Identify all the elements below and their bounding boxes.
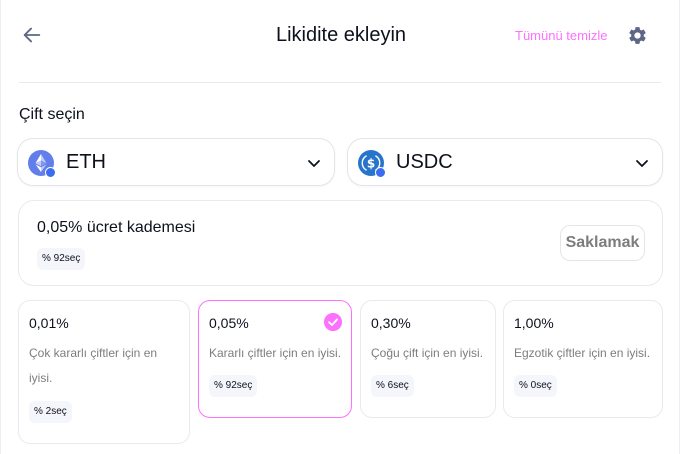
tier-selection-badge: % 6seç: [371, 375, 414, 397]
fee-tier-option-0-05[interactable]: 0,05% Kararlı çiftler için en iyisi. % 9…: [198, 300, 352, 418]
network-badge-icon: [45, 167, 56, 178]
token-a-selector[interactable]: ETH: [17, 138, 335, 186]
tier-description: Egzotik çiftler için en iyisi.: [514, 346, 651, 360]
token-a-symbol: ETH: [66, 151, 106, 173]
fee-tier-option-0-30[interactable]: 0,30% Çoğu çift için en iyisi. % 6seç: [360, 300, 496, 418]
network-badge-icon: [375, 167, 386, 178]
pair-section-label: Çift seçin: [19, 106, 85, 123]
token-b-selector[interactable]: $ USDC: [347, 138, 663, 186]
tier-selection-badge: % 0seç: [514, 375, 557, 397]
tier-percent: 0,01%: [29, 315, 69, 331]
tier-description: Kararlı çiftler için en iyisi.: [209, 346, 342, 360]
clear-all-button[interactable]: Tümünü temizle: [515, 28, 607, 43]
tier-percent: 0,05%: [209, 315, 249, 331]
token-b-symbol: USDC: [396, 151, 453, 173]
chevron-down-icon: [308, 160, 320, 167]
hide-tiers-button[interactable]: Saklamak: [560, 225, 645, 261]
tier-description: Çok kararlı çiftler için en iyisi.: [29, 346, 158, 385]
selection-percent-badge: % 92seç: [37, 248, 86, 270]
fee-tier-card: 0,05% ücret kademesi % 92seç Saklamak: [18, 200, 663, 286]
add-liquidity-panel: Likidite ekleyin Tümünü temizle Çift seç…: [0, 0, 680, 454]
fee-tier-option-0-01[interactable]: 0,01% Çok kararlı çiftler için en iyisi.…: [18, 300, 190, 444]
tier-percent: 0,30%: [371, 315, 411, 331]
tier-description: Çoğu çift için en iyisi.: [371, 346, 484, 360]
fee-tier-option-1-00[interactable]: 1,00% Egzotik çiftler için en iyisi. % 0…: [503, 300, 663, 418]
gear-icon[interactable]: [627, 25, 648, 46]
check-circle-icon: [324, 313, 342, 331]
tier-percent: 1,00%: [514, 315, 554, 331]
header-divider: [19, 82, 661, 83]
tier-selection-badge: % 92seç: [209, 375, 258, 397]
tier-selection-badge: % 2seç: [29, 401, 72, 423]
svg-text:$: $: [367, 157, 375, 171]
fee-tier-title: 0,05% ücret kademesi: [37, 219, 196, 236]
chevron-down-icon: [636, 160, 648, 167]
